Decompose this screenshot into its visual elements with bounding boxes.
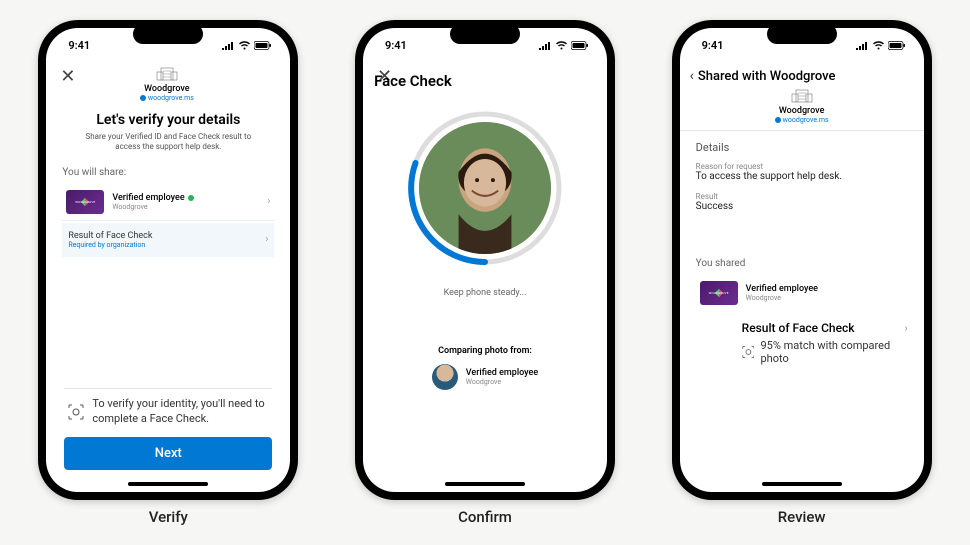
kv-result: Result Success	[696, 192, 908, 212]
status-icons	[856, 41, 906, 50]
caption-review: Review	[778, 508, 826, 526]
home-indicator[interactable]	[762, 482, 842, 486]
signal-icon	[856, 41, 869, 50]
share-label: You will share:	[62, 167, 274, 178]
status-time: 9:41	[385, 39, 407, 52]
signal-icon	[539, 41, 552, 50]
org-logo-icon	[790, 88, 814, 104]
page-title: Let's verify your details	[62, 112, 274, 128]
phone-confirm: 9:41 ✕ Face Check	[355, 20, 615, 500]
face-capture-ring	[405, 108, 565, 268]
status-time: 9:41	[68, 39, 90, 52]
status-time: 9:41	[702, 39, 724, 52]
face-photo	[419, 122, 551, 254]
share-item-sub: Woodgrove	[112, 203, 259, 211]
wifi-icon	[872, 41, 885, 50]
status-icons	[539, 41, 589, 50]
verify-note-text: To verify your identity, you'll need to …	[92, 397, 268, 427]
compare-label: Comparing photo from:	[363, 346, 607, 356]
next-button[interactable]: Next	[64, 437, 272, 470]
wifi-icon	[238, 41, 251, 50]
wifi-icon	[555, 41, 568, 50]
back-button[interactable]: ‹ Shared with Woodgrove	[680, 62, 924, 88]
verified-badge-icon	[140, 95, 146, 101]
page-subtitle: Share your Verified ID and Face Check re…	[62, 132, 274, 153]
compare-title: Verified employee	[466, 368, 538, 378]
chevron-left-icon: ‹	[690, 68, 694, 84]
back-title: Shared with Woodgrove	[698, 69, 836, 84]
share-item-credential[interactable]: WOODGROVE Verified employee Woodgrove ›	[62, 184, 274, 221]
credential-card-icon: WOODGROVE	[66, 190, 104, 214]
match-row: 95% match with compared photo	[696, 339, 908, 365]
shared-item-title: Verified employee	[746, 284, 818, 294]
shared-heading: You shared	[696, 258, 908, 269]
kv-reason: Reason for request To access the support…	[696, 162, 908, 182]
kv-label: Reason for request	[696, 162, 908, 171]
share-item-title: Verified employee	[112, 193, 184, 203]
battery-icon	[254, 41, 272, 50]
shared-item-sub: Woodgrove	[746, 294, 904, 302]
face-scan-icon	[742, 345, 755, 359]
shared-credential[interactable]: WOODGROVE Verified employee Woodgrove	[696, 275, 908, 311]
caption-verify: Verify	[149, 508, 188, 526]
details-heading: Details	[696, 141, 908, 154]
notch	[450, 24, 520, 44]
phone-verify: 9:41 ✕ Woodgrove woodgrove.ms Let's veri…	[38, 20, 298, 500]
kv-label: Result	[696, 192, 908, 201]
notch	[133, 24, 203, 44]
notch	[767, 24, 837, 44]
steady-text: Keep phone steady...	[363, 288, 607, 298]
kv-value: Success	[696, 201, 908, 212]
signal-icon	[222, 41, 235, 50]
match-text: 95% match with compared photo	[760, 339, 907, 365]
facecheck-result-row[interactable]: Result of Face Check ›	[696, 321, 908, 335]
verified-dot-icon	[188, 195, 194, 201]
status-icons	[222, 41, 272, 50]
battery-icon	[888, 41, 906, 50]
page-title: Face Check	[374, 72, 452, 90]
home-indicator[interactable]	[445, 482, 525, 486]
kv-value: To access the support help desk.	[696, 171, 908, 182]
phone-review: 9:41 ‹ Shared with Woodgrove Woodgrove w…	[672, 20, 932, 500]
brand-url: woodgrove.ms	[775, 116, 829, 124]
verified-badge-icon	[775, 117, 781, 123]
chevron-right-icon: ›	[267, 196, 270, 207]
brand-url: woodgrove.ms	[140, 94, 194, 102]
compare-sub: Woodgrove	[466, 378, 538, 386]
chevron-right-icon: ›	[265, 234, 268, 245]
chevron-right-icon: ›	[905, 323, 908, 334]
face-scan-icon	[68, 404, 84, 420]
org-logo-icon	[155, 66, 179, 82]
facecheck-result-title: Result of Face Check	[742, 321, 855, 335]
share-item-sub: Required by organization	[68, 241, 257, 249]
share-item-title: Result of Face Check	[68, 231, 257, 241]
share-item-facecheck[interactable]: Result of Face Check Required by organiz…	[62, 223, 274, 257]
compare-source: Verified employee Woodgrove	[363, 364, 607, 390]
brand-name: Woodgrove	[779, 106, 825, 116]
credential-card-icon: WOODGROVE	[700, 281, 738, 305]
caption-confirm: Confirm	[458, 508, 512, 526]
battery-icon	[571, 41, 589, 50]
brand-name: Woodgrove	[144, 84, 190, 94]
avatar-icon	[432, 364, 458, 390]
home-indicator[interactable]	[128, 482, 208, 486]
